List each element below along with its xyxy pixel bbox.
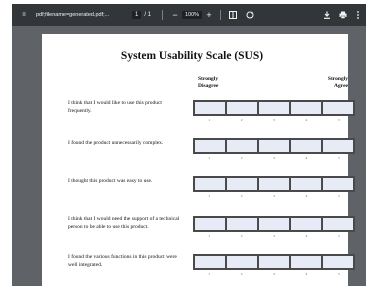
document-title: System Usability Scale (SUS) <box>120 50 264 62</box>
rating-option-2[interactable] <box>227 256 257 268</box>
rating-option-1[interactable] <box>195 102 225 114</box>
scale-labels-5: 1 2 3 4 5 <box>193 272 355 276</box>
rating-option-3[interactable] <box>259 140 289 152</box>
scale-label: 5 <box>337 272 340 276</box>
rating-option-3[interactable] <box>259 218 289 230</box>
anchor-strongly-agree: Strongly Agree <box>327 76 348 89</box>
question-2: I found the product unnecessarily comple… <box>68 140 164 146</box>
scale-label: 2 <box>240 272 243 276</box>
page-indicator: 1 / 1 <box>132 4 151 26</box>
scale-label: 4 <box>305 234 308 238</box>
download-icon[interactable] <box>321 4 333 26</box>
scale-label: 5 <box>337 194 340 198</box>
anchor-strongly-disagree: Strongly Disagree <box>198 76 219 89</box>
pdf-viewer: ≡ pdf;filename=generated.pdf;... 1 / 1 −… <box>12 4 366 286</box>
scale-label: 3 <box>273 156 275 160</box>
scale-labels-3: 1 2 3 4 5 <box>193 194 355 198</box>
page-number-input[interactable]: 1 <box>132 11 142 19</box>
scale-label: 4 <box>305 194 308 198</box>
file-name: pdf;filename=generated.pdf;... <box>36 12 110 18</box>
rating-option-3[interactable] <box>259 178 289 190</box>
scale-labels-1: 1 2 3 4 5 <box>193 118 355 122</box>
rating-option-3[interactable] <box>259 102 289 114</box>
rating-scale-5 <box>193 254 355 270</box>
zoom-out-button[interactable]: − <box>170 4 180 26</box>
rating-option-4[interactable] <box>291 102 321 114</box>
scale-label: 4 <box>305 156 308 160</box>
zoom-level: 100% <box>182 4 203 26</box>
rating-option-5[interactable] <box>323 256 353 268</box>
scale-label: 2 <box>240 234 243 238</box>
rating-option-5[interactable] <box>323 102 353 114</box>
toolbar-divider <box>220 10 221 20</box>
question-1: I think that I would like to use this pr… <box>68 100 162 114</box>
scale-label: 2 <box>240 194 243 198</box>
rating-option-1[interactable] <box>195 218 225 230</box>
rating-option-2[interactable] <box>227 218 257 230</box>
rating-option-2[interactable] <box>227 140 257 152</box>
scale-label: 1 <box>208 234 211 238</box>
pdf-toolbar: ≡ pdf;filename=generated.pdf;... 1 / 1 −… <box>12 4 366 26</box>
rating-option-5[interactable] <box>323 178 353 190</box>
rating-scale-1 <box>193 100 355 116</box>
rating-option-4[interactable] <box>291 140 321 152</box>
scale-label: 1 <box>208 194 211 198</box>
zoom-input[interactable]: 100% <box>182 11 203 19</box>
rating-scale-2 <box>193 138 355 154</box>
question-4: I think that I would need the support of… <box>68 216 180 230</box>
fit-page-icon[interactable] <box>227 4 239 26</box>
scale-label: 3 <box>273 194 275 198</box>
rotate-icon[interactable] <box>244 4 256 26</box>
question-5: I found the various functions in this pr… <box>68 254 177 268</box>
rating-scale-4 <box>193 216 355 232</box>
rating-option-5[interactable] <box>323 218 353 230</box>
rating-scale-3 <box>193 176 355 192</box>
scale-label: 2 <box>240 118 243 122</box>
rating-option-2[interactable] <box>227 178 257 190</box>
scale-label: 3 <box>273 234 275 238</box>
scale-label: 4 <box>305 272 308 276</box>
scale-labels-2: 1 2 3 4 5 <box>193 156 355 160</box>
pdf-page: System Usability Scale (SUS) Strongly Di… <box>42 34 355 286</box>
scale-labels-4: 1 2 3 4 5 <box>193 234 355 238</box>
scale-label: 1 <box>208 272 211 276</box>
rating-option-5[interactable] <box>323 140 353 152</box>
rating-option-3[interactable] <box>259 256 289 268</box>
rating-option-1[interactable] <box>195 140 225 152</box>
print-icon[interactable] <box>337 4 349 26</box>
rating-option-2[interactable] <box>227 102 257 114</box>
scale-label: 2 <box>240 156 243 160</box>
rating-option-1[interactable] <box>195 256 225 268</box>
scale-label: 5 <box>337 118 340 122</box>
scale-label: 3 <box>273 272 275 276</box>
page-total: / 1 <box>144 12 152 18</box>
more-icon[interactable] <box>353 4 363 26</box>
zoom-in-button[interactable]: + <box>204 4 214 26</box>
scale-label: 5 <box>337 156 340 160</box>
question-3: I thought this product was easy to use. <box>68 178 153 184</box>
menu-icon[interactable]: ≡ <box>18 4 30 26</box>
scale-label: 3 <box>273 118 275 122</box>
scale-label: 1 <box>208 118 211 122</box>
rating-option-4[interactable] <box>291 218 321 230</box>
rating-option-4[interactable] <box>291 256 321 268</box>
rating-option-4[interactable] <box>291 178 321 190</box>
rating-option-1[interactable] <box>195 178 225 190</box>
scale-label: 1 <box>208 156 211 160</box>
toolbar-divider <box>162 10 163 20</box>
scale-label: 4 <box>305 118 308 122</box>
scale-label: 5 <box>337 234 340 238</box>
